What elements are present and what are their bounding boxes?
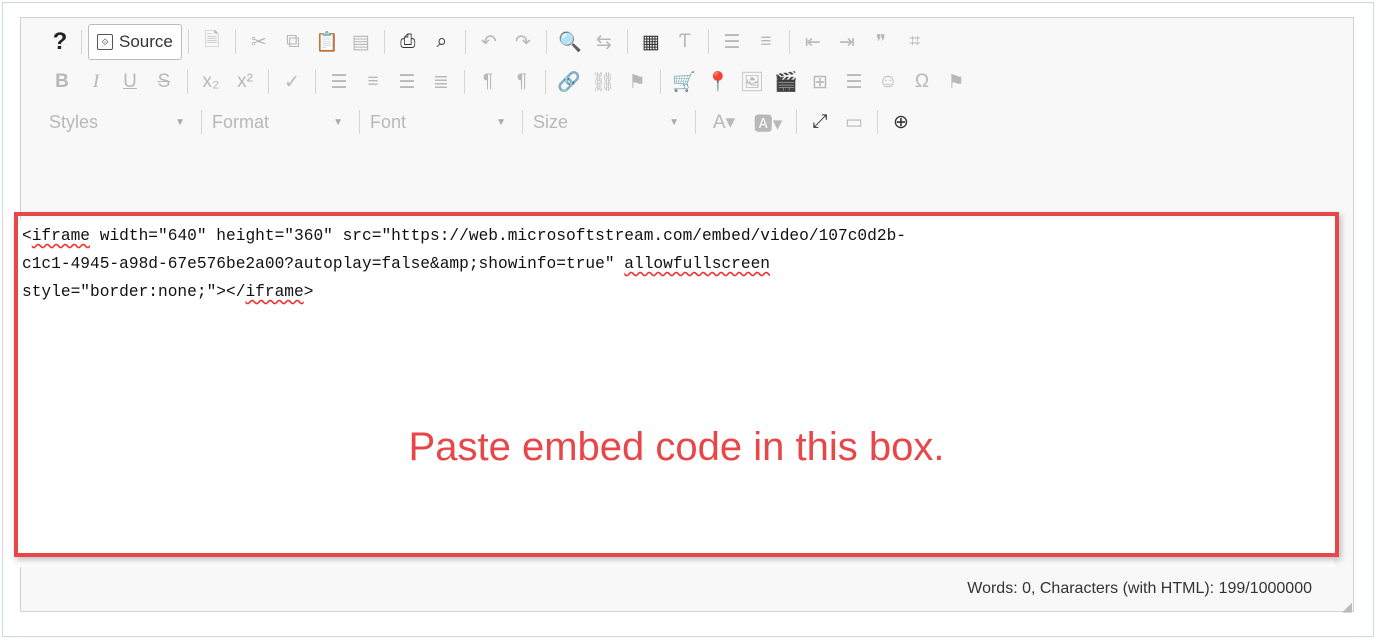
show-blocks-icon[interactable]: ▭ <box>837 106 871 138</box>
toolbar-separator <box>626 30 628 54</box>
chevron-down-icon: ▼ <box>496 116 506 128</box>
toolbar-separator <box>545 30 547 54</box>
toolbar-separator <box>464 30 466 54</box>
table-icon[interactable]: ⊞ <box>803 66 837 98</box>
link-icon[interactable]: 🔗 <box>552 66 586 98</box>
paste-icon[interactable]: 📋 <box>310 26 344 58</box>
annotation-highlight-box <box>14 212 1339 557</box>
preview-icon[interactable]: ⌕ <box>425 26 459 58</box>
toolbar-separator <box>187 70 188 94</box>
decrease-indent-icon[interactable]: ⇤ <box>796 26 830 58</box>
text-direction-rtl-icon[interactable]: ¶ <box>505 66 539 98</box>
redo-icon[interactable]: ↷ <box>506 26 540 58</box>
toolbar-separator <box>234 30 236 54</box>
text-color-icon[interactable]: A▾ <box>702 106 746 138</box>
styles-dropdown-label: Styles <box>49 111 99 132</box>
font-dropdown-label: Font <box>370 111 407 132</box>
paste-text-icon[interactable]: ▤ <box>344 26 378 58</box>
subscript-icon[interactable]: x₂ <box>194 66 228 98</box>
toolbar-separator <box>201 110 202 134</box>
anchor-icon[interactable]: ⚑ <box>620 66 654 98</box>
copy-icon[interactable]: ⧉ <box>276 26 310 58</box>
align-right-icon[interactable]: ☰ <box>390 66 424 98</box>
create-div-icon[interactable]: ⌗ <box>898 26 932 58</box>
page-break-icon[interactable]: ⚑ <box>939 66 973 98</box>
toolbar-separator <box>464 70 465 94</box>
text-direction-ltr-icon[interactable]: ¶ <box>471 66 505 98</box>
size-dropdown-label: Size <box>533 111 569 132</box>
chevron-down-icon: ▼ <box>333 116 343 128</box>
toolbar-separator <box>81 30 82 54</box>
blockquote-icon[interactable]: ❞ <box>864 26 898 58</box>
pin-icon[interactable]: 📍 <box>701 66 735 98</box>
help-button[interactable]: ? <box>45 26 75 58</box>
numbered-list-icon[interactable]: ☰ <box>715 26 749 58</box>
remove-format-icon[interactable]: Ƭ <box>668 26 702 58</box>
chevron-down-icon: ▼ <box>669 116 679 128</box>
font-dropdown[interactable]: Font ▼ <box>366 106 516 138</box>
print-icon[interactable]: ⎙ <box>391 26 425 58</box>
justify-icon[interactable]: ≣ <box>424 66 458 98</box>
source-button[interactable]: ⟐ Source <box>88 24 182 60</box>
bulleted-list-icon[interactable]: ≡ <box>749 26 783 58</box>
annotation-text: Paste embed code in this box. <box>408 425 945 469</box>
styles-dropdown[interactable]: Styles ▼ <box>45 106 195 138</box>
size-dropdown[interactable]: Size ▼ <box>529 106 689 138</box>
cut-icon[interactable]: ✂ <box>242 26 276 58</box>
toolbar-separator <box>545 70 546 94</box>
video-icon[interactable]: 🎬 <box>769 66 803 98</box>
toolbar-separator <box>315 70 316 94</box>
unlink-icon[interactable]: ⛓ <box>586 66 620 98</box>
resize-handle-icon[interactable]: ◢ <box>1342 599 1356 614</box>
superscript-icon[interactable]: x² <box>228 66 262 98</box>
align-center-icon[interactable]: ≡ <box>356 66 390 98</box>
toolbar-separator <box>660 70 661 94</box>
smiley-icon[interactable]: ☺ <box>871 66 905 98</box>
toolbar-separator <box>383 30 385 54</box>
accessibility-icon[interactable]: ⊕ <box>884 106 918 138</box>
toolbar-separator <box>877 110 878 134</box>
bold-icon[interactable]: B <box>45 66 79 98</box>
toolbar-row-1: ? ⟐ Source 🗎 ✂ ⧉ 📋 ▤ ⎙ ⌕ ↶ ↷ 🔍 ⇆ ▦ Ƭ ☰ ≡… <box>45 22 932 62</box>
chevron-down-icon: ▼ <box>175 116 185 128</box>
find-icon[interactable]: 🔍 <box>553 26 587 58</box>
increase-indent-icon[interactable]: ⇥ <box>830 26 864 58</box>
toolbar-row-3: Styles ▼ Format ▼ Font ▼ Size ▼ A▾ 🅰▾ ⤢ … <box>45 102 918 142</box>
status-bar: Words: 0, Characters (with HTML): 199/10… <box>20 567 1352 611</box>
maximize-icon[interactable]: ⤢ <box>803 106 837 138</box>
toolbar-separator <box>359 110 360 134</box>
toolbar-row-2: B I U S x₂ x² ✓ ☰ ≡ ☰ ≣ ¶ ¶ 🔗 ⛓ ⚑ 🛒 📍 🖼 … <box>45 62 973 102</box>
toolbar-separator <box>695 110 696 134</box>
image-icon[interactable]: 🖼 <box>735 66 769 98</box>
spellcheck-icon[interactable]: ✓ <box>275 66 309 98</box>
format-dropdown-label: Format <box>212 111 270 132</box>
toolbar-separator <box>707 30 709 54</box>
strikethrough-icon[interactable]: S <box>147 66 181 98</box>
toolbar-separator <box>788 30 790 54</box>
toolbar-separator <box>796 110 797 134</box>
source-icon: ⟐ <box>97 34 113 50</box>
cart-icon[interactable]: 🛒 <box>667 66 701 98</box>
background-color-icon[interactable]: 🅰▾ <box>746 106 790 138</box>
underline-icon[interactable]: U <box>113 66 147 98</box>
toolbar-separator <box>522 110 523 134</box>
align-left-icon[interactable]: ☰ <box>322 66 356 98</box>
special-char-icon[interactable]: Ω <box>905 66 939 98</box>
replace-icon[interactable]: ⇆ <box>587 26 621 58</box>
word-char-counter: Words: 0, Characters (with HTML): 199/10… <box>967 580 1312 597</box>
undo-icon[interactable]: ↶ <box>472 26 506 58</box>
new-page-icon[interactable]: 🗎 <box>195 26 229 58</box>
source-button-label: Source <box>119 32 173 51</box>
toolbar-separator <box>187 30 189 54</box>
horizontal-line-icon[interactable]: ☰ <box>837 66 871 98</box>
format-dropdown[interactable]: Format ▼ <box>208 106 353 138</box>
select-all-icon[interactable]: ▦ <box>634 26 668 58</box>
toolbar-separator <box>268 70 269 94</box>
italic-icon[interactable]: I <box>79 66 113 98</box>
